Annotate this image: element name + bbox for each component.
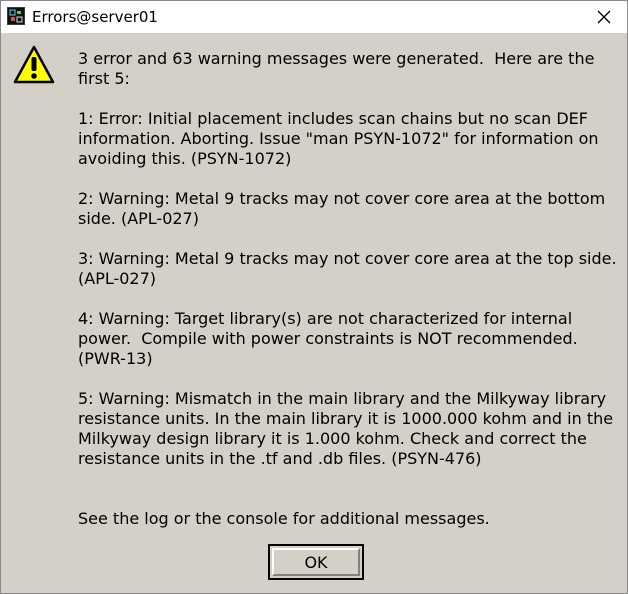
message-item: 4: Warning: Target library(s) are not ch… [78,309,583,368]
message-item: 3: Warning: Metal 9 tracks may not cover… [78,249,622,288]
message-footer: See the log or the console for additiona… [78,509,490,528]
close-button[interactable] [581,1,627,33]
title-bar[interactable]: Errors@server01 [1,1,627,33]
message-header: 3 error and 63 warning messages were gen… [78,49,600,88]
message-item: 1: Error: Initial placement includes sca… [78,109,604,168]
error-dialog-window: Errors@server01 3 error and 63 warning m… [0,0,628,594]
close-icon [597,10,611,24]
terminal-app-icon [7,7,25,25]
message-item: 2: Warning: Metal 9 tracks may not cover… [78,189,611,228]
ok-button[interactable]: OK [268,544,364,580]
warning-icon [13,45,55,85]
ok-button-label: OK [272,548,360,576]
message-item: 5: Warning: Mismatch in the main library… [78,389,619,468]
dialog-body: 3 error and 63 warning messages were gen… [1,33,627,593]
window-title: Errors@server01 [32,8,158,26]
message-text: 3 error and 63 warning messages were gen… [78,49,618,529]
